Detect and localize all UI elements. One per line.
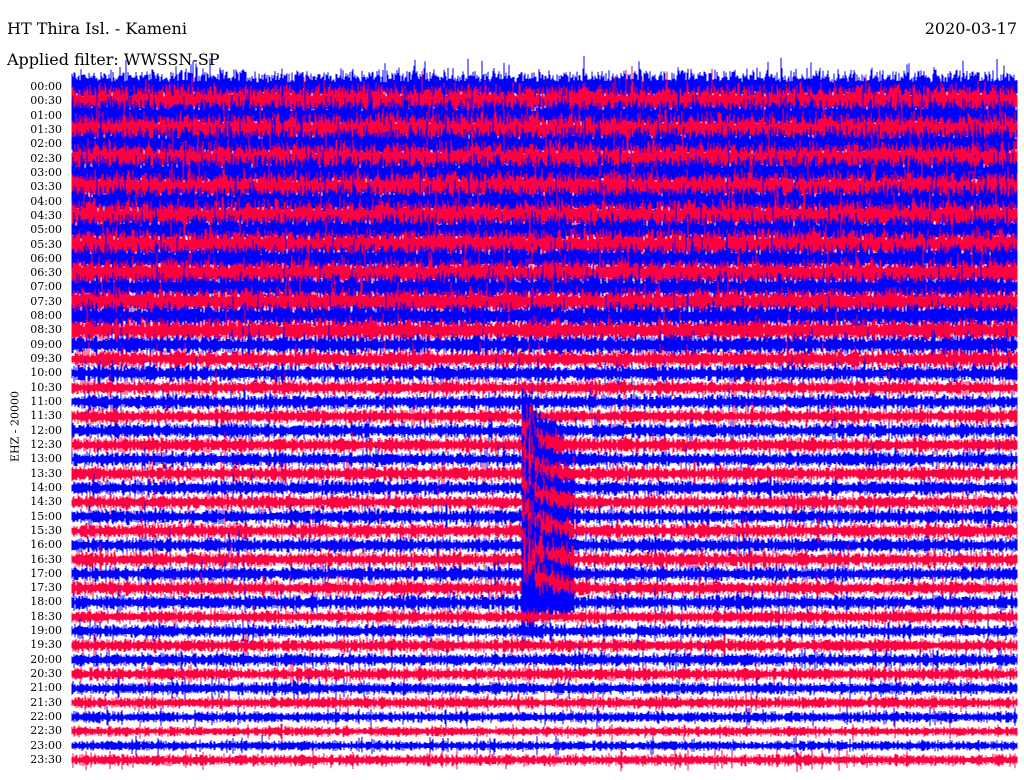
seismogram-plot: [71, 56, 1018, 772]
trace-row-2200: [71, 705, 1018, 729]
trace-row-2300: [71, 735, 1018, 757]
trace-row-2330: [71, 748, 1018, 772]
